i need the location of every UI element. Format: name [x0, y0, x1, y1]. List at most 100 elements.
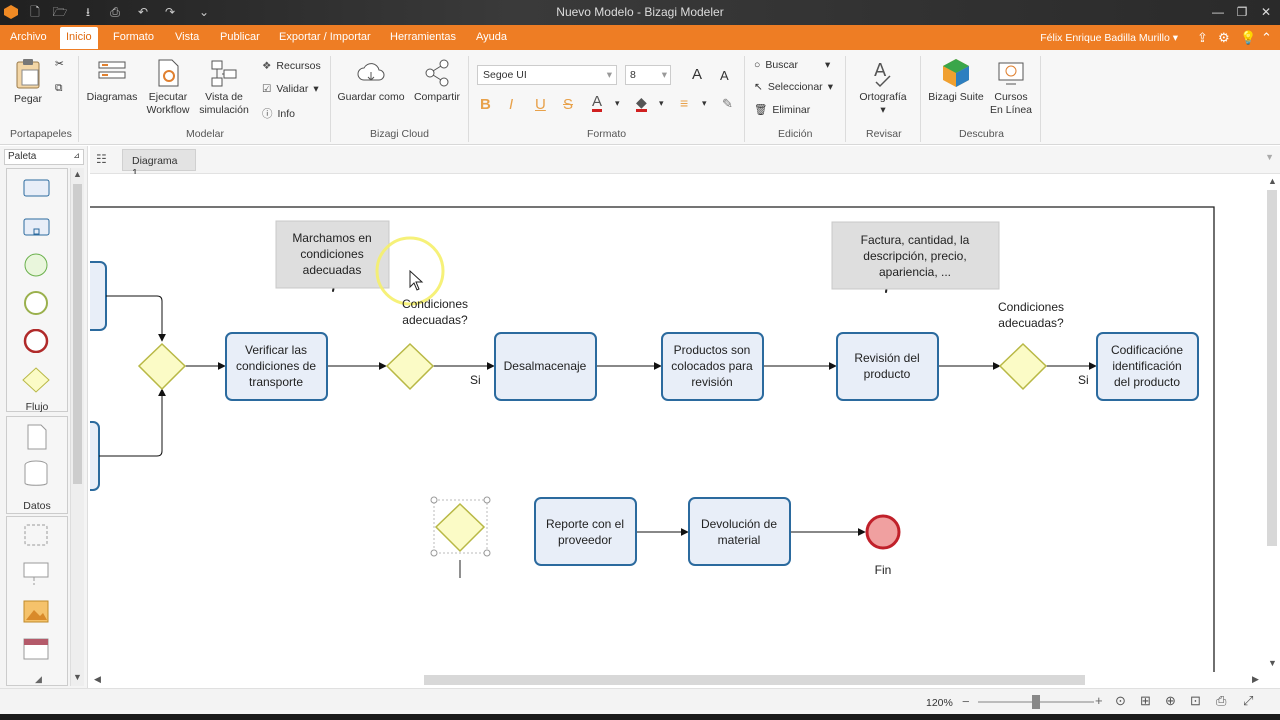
palette-more-arrow-icon[interactable]: ◢	[35, 674, 42, 685]
scroll-down-icon[interactable]: ▼	[1268, 658, 1277, 668]
subprocess-shape-icon[interactable]	[22, 216, 52, 238]
task-partial-top[interactable]	[90, 261, 107, 331]
align-icon[interactable]: ≡	[680, 95, 688, 111]
scrollbar-thumb[interactable]	[73, 184, 82, 484]
gateway-shape-icon[interactable]	[22, 367, 52, 393]
header-shape-icon[interactable]	[22, 636, 52, 662]
tab-diagrama-1[interactable]: Diagrama 1	[122, 149, 196, 179]
task-shape-icon[interactable]	[22, 177, 52, 199]
scroll-right-icon[interactable]: ▶	[1252, 674, 1259, 685]
sequence-flow[interactable]	[99, 388, 166, 457]
underline-icon[interactable]: U	[535, 96, 546, 113]
menu-archivo[interactable]: Archivo	[10, 31, 47, 43]
selection-handle[interactable]	[430, 549, 438, 557]
buscar-button[interactable]: ○ Buscar ▾	[754, 59, 830, 71]
recursos-button[interactable]: ❖ Recursos	[262, 60, 321, 72]
zoom-out-icon[interactable]: −	[962, 694, 970, 709]
dropdown-arrow-icon[interactable]: ▾	[702, 98, 707, 109]
data-object-icon[interactable]	[22, 424, 52, 450]
task-devolucion[interactable]	[688, 497, 791, 566]
validar-button[interactable]: ☑ Validar ▾	[262, 83, 319, 95]
zoom-in-icon[interactable]: +	[1095, 693, 1103, 708]
print-preview-icon[interactable]: ⎙	[1216, 693, 1226, 709]
scroll-up-icon[interactable]: ▲	[73, 169, 82, 179]
ortografia-button[interactable]: A Ortografía ▾	[852, 58, 914, 117]
end-event-icon[interactable]	[22, 329, 52, 353]
image-shape-icon[interactable]	[22, 599, 52, 625]
end-event[interactable]	[865, 514, 901, 550]
diagramas-button[interactable]: Diagramas	[84, 58, 140, 104]
font-size-select[interactable]: 8 ▾	[625, 65, 671, 85]
paste-button[interactable]: Pegar	[8, 58, 48, 106]
dropdown-arrow-icon[interactable]: ▾	[615, 98, 620, 109]
fullscreen-icon[interactable]: ⤢	[1243, 693, 1253, 709]
task-reporte[interactable]	[534, 497, 637, 566]
gateway-condiciones-2[interactable]	[998, 342, 1048, 391]
restore-icon[interactable]: ❐	[1232, 3, 1252, 21]
clear-format-icon[interactable]: ✎	[722, 96, 733, 112]
annotation-shape-icon[interactable]	[22, 561, 52, 587]
italic-icon[interactable]: I	[509, 96, 513, 113]
task-partial-bottom[interactable]	[90, 421, 100, 491]
font-name-select[interactable]: Segoe UI ▾	[477, 65, 617, 85]
start-event-icon[interactable]	[22, 253, 52, 277]
zoom-slider-thumb[interactable]	[1032, 695, 1040, 709]
selection-handle[interactable]	[430, 496, 438, 504]
scroll-up-icon[interactable]: ▲	[1268, 176, 1277, 186]
font-color-icon[interactable]: A	[592, 94, 603, 112]
grow-font-icon[interactable]: A	[692, 66, 702, 83]
compartir-button[interactable]: Compartir	[410, 58, 464, 104]
palette-scrollbar[interactable]: ▲ ▼	[70, 168, 84, 686]
menu-publicar[interactable]: Publicar	[220, 31, 260, 43]
selection-handle[interactable]	[483, 549, 491, 557]
data-store-icon[interactable]	[22, 460, 52, 488]
vertical-scrollbar[interactable]: ▲ ▼	[1264, 174, 1280, 672]
close-icon[interactable]: ✕	[1256, 3, 1276, 21]
ejecutar-workflow-button[interactable]: Ejecutar Workflow	[142, 58, 194, 117]
fill-color-icon[interactable]: ◆	[636, 95, 647, 112]
menu-ayuda[interactable]: Ayuda	[476, 31, 507, 43]
fit-width-icon[interactable]: ⊞	[1140, 693, 1151, 709]
scrollbar-thumb[interactable]	[424, 675, 1085, 685]
copy-icon[interactable]: ⧉	[55, 82, 63, 95]
overview-icon[interactable]: ⊡	[1190, 693, 1201, 709]
scroll-down-icon[interactable]: ▼	[73, 672, 82, 682]
fit-page-icon[interactable]: ⊙	[1115, 693, 1126, 709]
seleccionar-button[interactable]: ↖ Seleccionar ▾	[754, 81, 833, 93]
diagram-canvas[interactable]: Marchamos en condiciones adecuadas Factura…	[90, 174, 1264, 672]
vista-simulacion-button[interactable]: Vista de simulación	[196, 58, 252, 117]
pin-icon[interactable]: ⊿	[73, 151, 80, 160]
tab-overflow-icon[interactable]: ▼	[1265, 152, 1274, 162]
cursos-button[interactable]: Cursos En Línea	[988, 58, 1034, 117]
collapse-ribbon-icon[interactable]: ⌃	[1261, 30, 1272, 46]
group-shape-icon[interactable]	[22, 523, 52, 547]
horizontal-scrollbar[interactable]: ◀ ▶	[90, 672, 1264, 688]
info-button[interactable]: ⓘ Info	[262, 106, 295, 121]
eliminar-button[interactable]: 🗑 Eliminar	[754, 103, 810, 117]
menu-exportar-importar[interactable]: Exportar / Importar	[279, 31, 371, 43]
menu-inicio[interactable]: Inicio	[60, 27, 98, 49]
lightbulb-icon[interactable]: 💡	[1240, 30, 1256, 46]
gateway-condiciones-1[interactable]	[385, 342, 435, 391]
gateway-merge[interactable]	[137, 342, 187, 391]
menu-herramientas[interactable]: Herramientas	[390, 31, 456, 43]
cut-icon[interactable]: ✂	[55, 58, 64, 70]
zoom-tool-icon[interactable]: ⊕	[1165, 693, 1176, 709]
scrollbar-thumb[interactable]	[1267, 190, 1277, 546]
menu-vista[interactable]: Vista	[175, 31, 199, 43]
upload-icon[interactable]: ⇪	[1197, 30, 1208, 46]
diagram-list-icon[interactable]: ☷	[96, 152, 107, 166]
strikethrough-icon[interactable]: S	[563, 96, 573, 113]
gateway-selected[interactable]	[434, 502, 486, 553]
sequence-flow[interactable]	[106, 295, 166, 342]
bold-icon[interactable]: B	[480, 96, 491, 113]
intermediate-event-icon[interactable]	[22, 291, 52, 315]
scroll-left-icon[interactable]: ◀	[94, 674, 101, 685]
settings-icon[interactable]: ⚙	[1218, 30, 1230, 46]
dropdown-arrow-icon[interactable]: ▾	[659, 98, 664, 109]
menu-formato[interactable]: Formato	[113, 31, 154, 43]
selection-handle[interactable]	[483, 496, 491, 504]
minimize-icon[interactable]: —	[1208, 3, 1228, 21]
guardar-como-button[interactable]: Guardar como	[336, 58, 406, 104]
bizagi-suite-button[interactable]: Bizagi Suite	[926, 58, 986, 104]
